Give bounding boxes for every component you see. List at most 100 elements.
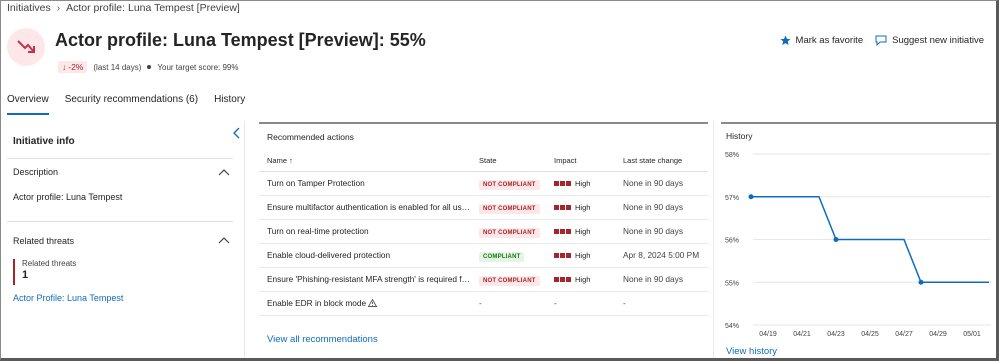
table-header-row: Name ↑ State Impact Last state change [259, 151, 708, 172]
description-text: Actor profile: Luna Tempest [13, 192, 123, 202]
impact-label: High [575, 202, 591, 212]
impact-bars-icon [554, 252, 571, 258]
column-name[interactable]: Name ↑ [259, 151, 471, 172]
column-state[interactable]: State [471, 151, 546, 172]
tab-overview[interactable]: Overview [7, 94, 49, 115]
impact-bars-icon [554, 180, 571, 186]
last-state-change: None in 90 days [615, 267, 708, 292]
table-row[interactable]: Ensure multifactor authentication is ena… [259, 195, 708, 220]
breadcrumb: Initiatives › Actor profile: Luna Tempes… [7, 2, 240, 14]
mark-favorite-label: Mark as favorite [795, 35, 864, 46]
description-header[interactable]: Description [13, 167, 58, 177]
related-threats-label: Related threats [22, 259, 77, 268]
card-top-border [259, 122, 708, 124]
state-value: - [471, 291, 546, 316]
impact-indicator: High [554, 179, 615, 188]
state-badge: NOT COMPLIANT [479, 204, 540, 214]
related-threats-count: Related threats 1 [13, 259, 76, 285]
rec-name[interactable]: Enable EDR in block mode [259, 291, 471, 316]
rec-name[interactable]: Enable cloud-delivered protection [259, 243, 471, 268]
last-state-change: - [615, 291, 708, 316]
table-row[interactable]: Enable EDR in block mode - - - [259, 291, 708, 316]
view-all-recommendations-link[interactable]: View all recommendations [267, 334, 378, 345]
x-tick-label: 04/21 [793, 331, 811, 338]
x-tick-label: 04/19 [759, 331, 777, 338]
star-icon [779, 35, 791, 46]
page-title: Actor profile: Luna Tempest [Preview]: 5… [55, 30, 426, 50]
x-tick-label: 04/27 [895, 331, 913, 338]
table-row[interactable]: Ensure 'Phishing-resistant MFA strength'… [259, 267, 708, 292]
rec-name-text: Enable EDR in block mode [267, 298, 367, 308]
last-state-change: None in 90 days [615, 195, 708, 220]
trend-badge: ↓ -2% [58, 61, 88, 73]
impact-value: - [546, 291, 615, 316]
mark-favorite-button[interactable]: Mark as favorite [779, 35, 864, 46]
impact-label: High [575, 274, 591, 284]
impact-bars-icon [554, 276, 571, 282]
top-actions: Mark as favorite Suggest new initiative [779, 35, 984, 46]
impact-indicator: High [554, 203, 615, 212]
history-line-chart: 58% 57% 56% 55% 54% 04/19 04/21 04/23 04/25 04/27… [725, 152, 991, 338]
impact-indicator: High [554, 227, 615, 236]
column-impact[interactable]: Impact [546, 151, 615, 172]
rec-name[interactable]: Ensure multifactor authentication is ena… [259, 195, 471, 220]
history-point [748, 194, 754, 200]
state-badge: NOT COMPLIANT [479, 276, 540, 286]
x-tick-label: 05/01 [963, 331, 981, 338]
collapse-panel-icon[interactable] [233, 127, 241, 142]
trend-value: -2% [68, 62, 84, 72]
panel-divider [713, 121, 714, 358]
initiative-info-title: Initiative info [13, 136, 75, 147]
y-tick-label: 58% [725, 152, 739, 159]
separator-dot [147, 65, 152, 69]
target-score: Your target score: 99% [157, 62, 239, 72]
last-state-change: None in 90 days [615, 171, 708, 196]
last-state-change: None in 90 days [615, 219, 708, 244]
state-badge: NOT COMPLIANT [479, 180, 540, 190]
x-tick-label: 04/29 [929, 331, 947, 338]
table-row[interactable]: Turn on real-time protection NOT COMPLIA… [259, 219, 708, 244]
tab-history[interactable]: History [214, 94, 245, 115]
panel-divider [244, 121, 245, 358]
tab-security-recommendations[interactable]: Security recommendations (6) [65, 94, 198, 115]
impact-label: High [575, 250, 591, 260]
impact-bars-icon [554, 228, 571, 234]
table-row[interactable]: Turn on Tamper Protection NOT COMPLIANT … [259, 171, 708, 196]
trend-period: (last 14 days) [93, 62, 142, 72]
history-point [833, 237, 839, 242]
y-tick-label: 56% [725, 238, 739, 245]
rec-name[interactable]: Turn on Tamper Protection [259, 171, 471, 196]
breadcrumb-root[interactable]: Initiatives [7, 2, 51, 14]
rec-name[interactable]: Ensure 'Phishing-resistant MFA strength'… [259, 267, 471, 292]
y-tick-label: 55% [725, 280, 739, 287]
rec-name[interactable]: Turn on real-time protection [259, 219, 471, 244]
warning-icon [368, 298, 378, 307]
score-subline: ↓ -2% (last 14 days) Your target score: … [58, 61, 239, 73]
suggest-initiative-button[interactable]: Suggest new initiative [875, 35, 984, 46]
related-threats-header[interactable]: Related threats [13, 236, 74, 246]
state-badge: COMPLIANT [479, 252, 525, 262]
view-history-link[interactable]: View history [726, 346, 777, 357]
table-row[interactable]: Enable cloud-delivered protection COMPLI… [259, 243, 708, 268]
trend-down-icon [7, 28, 45, 66]
comment-icon [875, 35, 887, 46]
chevron-right-icon: › [56, 2, 61, 14]
related-threat-link[interactable]: Actor Profile: Luna Tempest [13, 293, 123, 303]
column-last-state-change[interactable]: Last state change [615, 151, 708, 172]
x-tick-label: 04/23 [827, 331, 845, 338]
card-top-border [721, 122, 996, 124]
state-badge: NOT COMPLIANT [479, 228, 540, 238]
suggest-initiative-label: Suggest new initiative [892, 35, 984, 46]
arrow-down-icon: ↓ [62, 62, 67, 72]
chevron-up-icon[interactable] [218, 235, 230, 245]
app-frame: Initiatives › Actor profile: Luna Tempes… [0, 0, 999, 361]
recommendations-table: Name ↑ State Impact Last state change Tu… [259, 151, 708, 316]
related-threats-number: 1 [22, 269, 29, 281]
impact-bars-icon [554, 204, 571, 210]
impact-label: High [575, 178, 591, 188]
last-state-change: Apr 8, 2024 5:00 PM [615, 243, 708, 268]
chevron-up-icon[interactable] [218, 167, 230, 177]
breadcrumb-current: Actor profile: Luna Tempest [Preview] [66, 2, 240, 14]
tab-bar: Overview Security recommendations (6) Hi… [7, 94, 245, 115]
y-tick-label: 54% [725, 323, 739, 330]
